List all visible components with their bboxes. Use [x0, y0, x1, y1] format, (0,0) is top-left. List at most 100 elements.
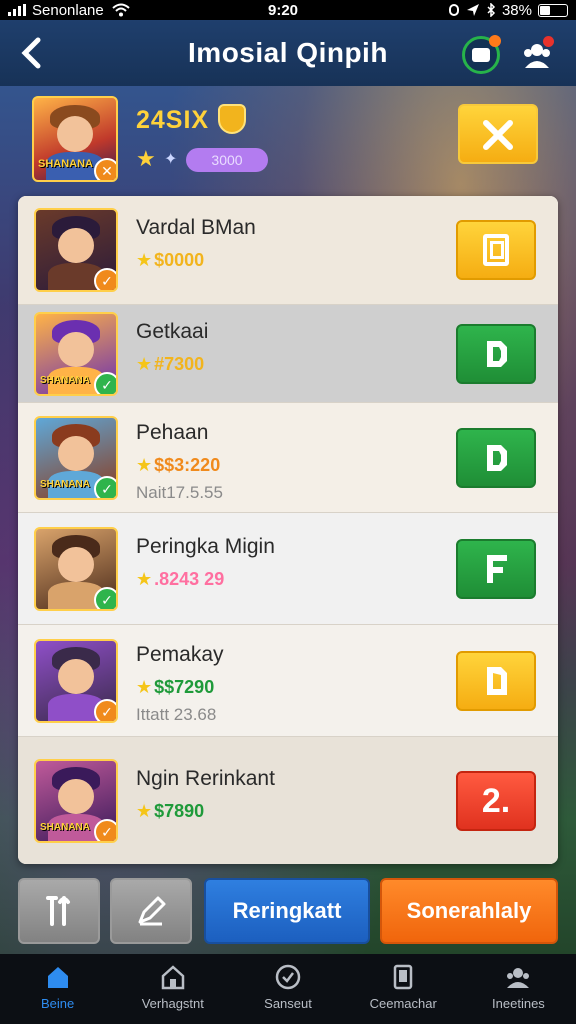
- ranking-row[interactable]: ✓ Peringka Migin ★ .8243 29: [18, 512, 558, 624]
- tab-group[interactable]: Ineetines: [461, 954, 576, 1024]
- ranking-row[interactable]: ✓ Pemakay ★ $$7290 Ittatt 23.68: [18, 624, 558, 736]
- chat-button[interactable]: [462, 35, 501, 74]
- player-detail: Ittatt 23.68: [136, 705, 217, 724]
- star-icon: ★: [136, 569, 153, 589]
- player-detail: Nait17.5.55: [136, 483, 223, 502]
- tools-button[interactable]: [18, 878, 100, 944]
- avatar[interactable]: SHANANA ✕: [32, 96, 118, 182]
- score-value: $7890: [154, 801, 205, 821]
- group-icon: [507, 968, 530, 988]
- house-outline-icon: [161, 965, 185, 990]
- tab-label: Beine: [40, 996, 75, 1011]
- location-icon: [466, 4, 479, 16]
- level-badge: ✓: [94, 699, 116, 721]
- row-action-button[interactable]: [456, 220, 536, 280]
- battery-percent: 38%: [501, 1, 532, 19]
- level-badge: ✓: [94, 819, 116, 841]
- clock: 9:20: [268, 1, 299, 19]
- pixel-d-icon: [487, 445, 507, 471]
- row-action-button[interactable]: 2.: [456, 771, 536, 831]
- avatar[interactable]: ✓: [34, 527, 118, 611]
- player-name: Vardal BMan: [136, 216, 256, 239]
- tab-label: Ineetines: [492, 996, 545, 1011]
- home-icon: [47, 967, 68, 988]
- team-button[interactable]: [518, 36, 556, 74]
- battery-icon: [538, 3, 568, 17]
- ranking-list: ✓ Vardal BMan ★ $0000 SHANANA ✓ Getkaai ★ #7300 S…: [18, 196, 558, 864]
- player-score: ★ $$7290: [136, 677, 214, 698]
- top-player: SHANANA ✕ 24SIX ★ ✦ 3000: [32, 96, 544, 188]
- avatar[interactable]: SHANANA ✓: [34, 759, 118, 843]
- ranking-row[interactable]: SHANANA ✓ Getkaai ★ #7300: [18, 304, 558, 402]
- score-value: #7300: [154, 354, 205, 374]
- avatar-caption: SHANANA: [40, 479, 90, 490]
- player-name: Peringka Migin: [136, 535, 275, 558]
- avatar[interactable]: SHANANA ✓: [34, 416, 118, 500]
- bluetooth-icon: [487, 3, 496, 17]
- star-icon: ★: [136, 455, 153, 475]
- notification-dot: [489, 35, 501, 47]
- level-badge: ✓: [94, 476, 116, 498]
- cross-swords-icon: [483, 120, 513, 150]
- ranking-row[interactable]: SHANANA ✓ Ngin Rerinkant ★ $7890 2.: [18, 736, 558, 864]
- score-value: $0000: [154, 250, 205, 270]
- player-score: ★ $7890: [136, 801, 204, 822]
- carrier-label: Senonlane: [32, 1, 104, 19]
- number-two-icon: 2.: [481, 781, 511, 820]
- player-score: ★ $0000: [136, 250, 204, 271]
- status-bar: Senonlane 9:20 38%: [0, 0, 576, 20]
- player-name: Pemakay: [136, 643, 224, 666]
- tools-icon: [46, 896, 70, 926]
- chat-bubble-icon: [472, 48, 490, 62]
- ranking-button[interactable]: Reringkatt: [204, 878, 370, 944]
- level-badge: ✓: [94, 268, 116, 290]
- battle-button[interactable]: [458, 104, 538, 164]
- avatar-caption: SHANANA: [38, 158, 93, 170]
- card-icon: [393, 964, 413, 990]
- tab-house-outline[interactable]: Verhagstnt: [115, 954, 230, 1024]
- tab-label: Sanseut: [264, 996, 312, 1011]
- tab-card[interactable]: Ceemachar: [346, 954, 461, 1024]
- player-name: Pehaan: [136, 421, 209, 444]
- sparkle-icon: ✦: [164, 151, 178, 168]
- star-icon: ★: [136, 250, 153, 270]
- summary-button[interactable]: Sonerahlaly: [380, 878, 558, 944]
- avatar[interactable]: SHANANA ✓: [34, 312, 118, 396]
- avatar[interactable]: ✓: [34, 208, 118, 292]
- row-action-button[interactable]: [456, 651, 536, 711]
- tab-check-circle[interactable]: Sanseut: [230, 954, 345, 1024]
- level-badge: ✓: [94, 587, 116, 609]
- row-action-button[interactable]: [456, 539, 536, 599]
- level-badge: ✓: [94, 372, 116, 394]
- pixel-d-icon: [487, 341, 507, 367]
- rank-shield-icon: [218, 104, 246, 134]
- edit-button[interactable]: [110, 878, 192, 944]
- pixel-f-icon: [487, 555, 507, 583]
- avatar[interactable]: ✓: [34, 639, 118, 723]
- ranking-row[interactable]: SHANANA ✓ Pehaan ★ $$3:220 Nait17.5.55: [18, 402, 558, 512]
- back-button[interactable]: [18, 36, 48, 70]
- check-circle-icon: [275, 964, 301, 990]
- star-icon: ★: [136, 146, 156, 171]
- card-icon: [483, 234, 509, 266]
- level-badge: ✕: [94, 158, 116, 180]
- tab-label: Verhagstnt: [141, 996, 204, 1011]
- wifi-icon: [112, 3, 130, 17]
- ranking-row[interactable]: ✓ Vardal BMan ★ $0000: [18, 196, 558, 304]
- signal-icon: [8, 4, 26, 16]
- row-action-button[interactable]: [456, 428, 536, 488]
- chevron-left-icon: [21, 37, 41, 69]
- pencil-icon: [138, 896, 166, 926]
- avatar-caption: SHANANA: [40, 822, 90, 833]
- player-score: ★ .8243 29: [136, 569, 224, 590]
- pixel-a-icon: [487, 667, 507, 695]
- tab-home[interactable]: Beine: [0, 954, 115, 1024]
- player-score: ★ $$3:220: [136, 455, 220, 476]
- avatar-caption: SHANANA: [40, 375, 90, 386]
- bottom-tab-bar: Beine Verhagstnt Sanseut Ceemachar Ineetines: [0, 954, 576, 1024]
- player-name: Getkaai: [136, 320, 209, 343]
- tab-label: Ceemachar: [369, 996, 437, 1011]
- row-action-button[interactable]: [456, 324, 536, 384]
- score-value: $$7290: [154, 677, 215, 697]
- player-name: 24SIX: [136, 106, 210, 134]
